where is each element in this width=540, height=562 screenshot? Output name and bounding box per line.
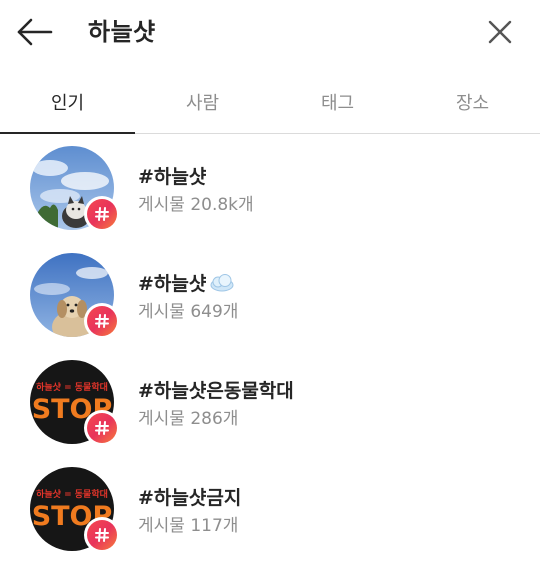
hashtag-badge (84, 196, 120, 232)
post-count-label: 게시물 (138, 302, 185, 322)
avatar-banner-text: 하늘샷 = 동물학대 (36, 381, 108, 393)
hashtag-result-row[interactable]: #하늘샷 게시물 20.8k개 (0, 134, 540, 241)
search-query-text[interactable]: 하늘샷 (88, 14, 156, 50)
hashtag-name: #하늘샷 (138, 269, 235, 296)
hashtag-results-list: #하늘샷 게시물 20.8k개 #하늘샷 게시물 649개 하늘샷 = 동물학대… (0, 134, 540, 562)
post-count: 게시물 117개 (138, 511, 238, 536)
post-count-value: 117개 (190, 516, 239, 536)
hashtag-name: #하늘샷 (138, 166, 207, 188)
post-count-label: 게시물 (138, 195, 185, 215)
clear-search-button[interactable] (482, 14, 518, 50)
hashtag-badge (84, 410, 120, 446)
hashtag-name: #하늘샷은동물학대 (138, 380, 294, 402)
post-count-label: 게시물 (138, 409, 185, 429)
back-button[interactable] (12, 12, 58, 52)
hashtag-result-row[interactable]: #하늘샷 게시물 649개 (0, 241, 540, 348)
tab-people[interactable]: 사람 (135, 70, 270, 133)
hashtag-badge (84, 303, 120, 339)
search-header: 하늘샷 (0, 0, 540, 66)
hashtag-name: #하늘샷금지 (138, 487, 242, 509)
post-count-value: 286개 (190, 409, 239, 429)
hashtag-icon (95, 314, 109, 328)
hashtag-result-row[interactable]: 하늘샷 = 동물학대 STOP #하늘샷금지 게시물 117개 (0, 455, 540, 562)
tab-places[interactable]: 장소 (405, 70, 540, 133)
hashtag-icon (95, 528, 109, 542)
post-count: 게시물 649개 (138, 297, 238, 322)
avatar-banner-text: 하늘샷 = 동물학대 (36, 488, 108, 500)
tab-tags[interactable]: 태그 (270, 70, 405, 133)
arrow-left-icon (17, 18, 53, 46)
post-count: 게시물 20.8k개 (138, 190, 254, 215)
hashtag-result-row[interactable]: 하늘샷 = 동물학대 STOP #하늘샷은동물학대 게시물 286개 (0, 348, 540, 455)
tab-top[interactable]: 인기 (0, 70, 135, 134)
hashtag-name-text: #하늘샷 (138, 273, 207, 295)
close-icon (488, 20, 512, 44)
post-count: 게시물 286개 (138, 404, 238, 429)
post-count-value: 649개 (190, 302, 239, 322)
cloud-icon (210, 273, 234, 291)
hashtag-icon (95, 207, 109, 221)
search-tabs: 인기 사람 태그 장소 (0, 70, 540, 134)
post-count-label: 게시물 (138, 516, 185, 536)
post-count-value: 20.8k개 (190, 195, 254, 215)
hashtag-icon (95, 421, 109, 435)
hashtag-badge (84, 517, 120, 553)
